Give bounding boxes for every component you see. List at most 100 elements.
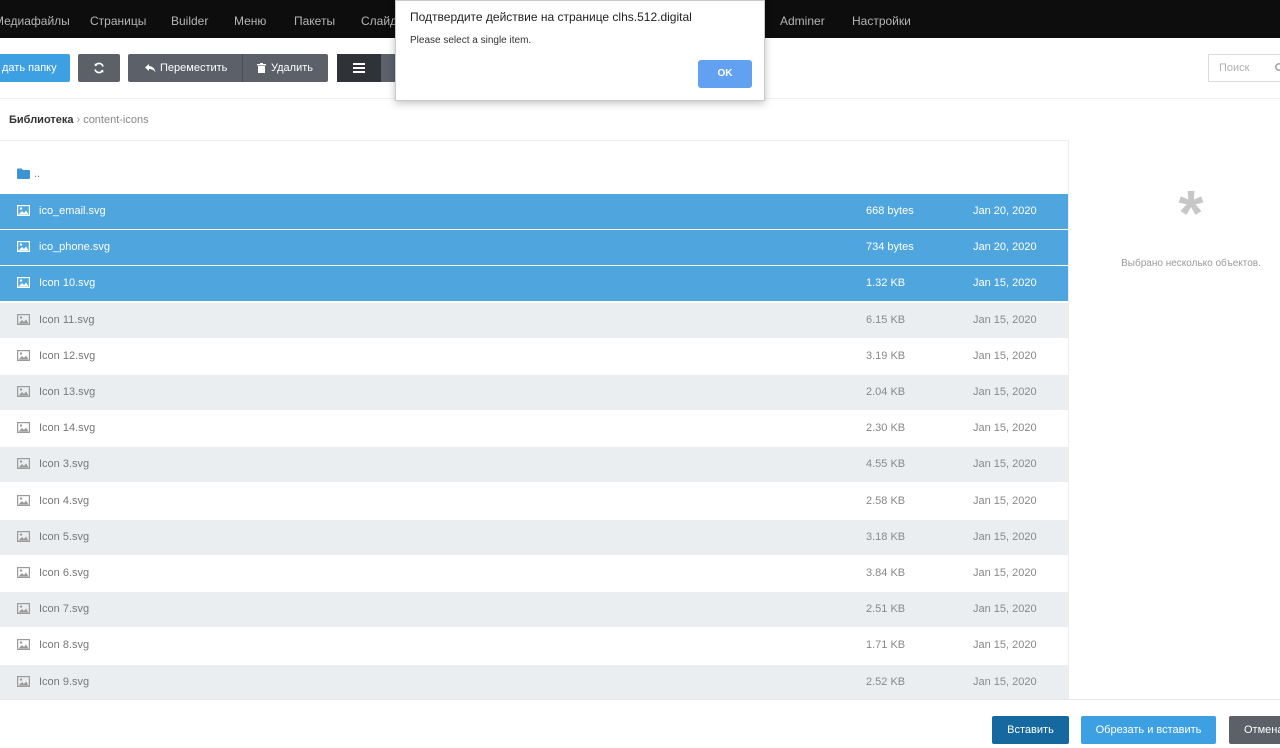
file-name: Icon 11.svg <box>39 314 95 326</box>
refresh-icon <box>94 62 104 74</box>
nav-item-media[interactable]: Медиафайлы <box>0 0 70 38</box>
delete-button[interactable]: Удалить <box>242 54 328 82</box>
refresh-button[interactable] <box>78 54 120 82</box>
details-panel: * Выбрано несколько объектов. <box>1069 140 1280 700</box>
file-date: Jan 15, 2020 <box>973 350 1037 362</box>
image-file-icon <box>17 422 30 433</box>
file-row[interactable]: Icon 4.svg 2.58 KB Jan 15, 2020 <box>0 484 1068 519</box>
create-folder-button[interactable]: дать папку <box>0 54 70 82</box>
file-name: Icon 6.svg <box>39 567 90 579</box>
asterisk-icon: * <box>1178 177 1204 249</box>
image-file-icon <box>17 241 30 252</box>
dialog-ok-button[interactable]: OK <box>698 60 752 88</box>
cancel-button[interactable]: Отмена <box>1229 716 1280 744</box>
dialog-message: Please select a single item. <box>410 35 532 46</box>
reply-icon <box>145 64 156 73</box>
trash-icon <box>257 63 266 74</box>
nav-item-pages[interactable]: Страницы <box>90 0 146 38</box>
file-row[interactable]: Icon 14.svg 2.30 KB Jan 15, 2020 <box>0 411 1068 446</box>
file-name: Icon 8.svg <box>39 639 90 651</box>
image-file-icon <box>17 603 30 614</box>
file-name: Icon 13.svg <box>39 386 96 398</box>
folder-icon <box>17 168 30 179</box>
file-size: 1.32 KB <box>866 277 906 289</box>
list-icon <box>353 63 365 73</box>
file-name: ico_phone.svg <box>39 241 110 253</box>
delete-label: Удалить <box>271 62 313 74</box>
footer-divider <box>0 699 1280 700</box>
dialog-title: Подтвердите действие на странице clhs.51… <box>410 10 692 24</box>
image-file-icon <box>17 314 30 325</box>
file-row[interactable]: Icon 8.svg 1.71 KB Jan 15, 2020 <box>0 628 1068 663</box>
file-size: 668 bytes <box>866 205 914 217</box>
file-date: Jan 15, 2020 <box>973 458 1037 470</box>
move-delete-group: Переместить Удалить <box>128 54 328 82</box>
file-row[interactable]: Icon 5.svg 3.18 KB Jan 15, 2020 <box>0 520 1068 555</box>
file-size: 2.52 KB <box>866 676 906 688</box>
file-name: Icon 14.svg <box>39 422 96 434</box>
image-file-icon <box>17 277 30 288</box>
file-name: Icon 4.svg <box>39 495 90 507</box>
file-row[interactable]: ico_phone.svg 734 bytes Jan 20, 2020 <box>0 230 1068 265</box>
nav-item-menu[interactable]: Меню <box>234 0 266 38</box>
breadcrumb-separator: › <box>76 114 81 126</box>
file-date: Jan 15, 2020 <box>973 495 1037 507</box>
breadcrumb-current: content-icons <box>83 114 149 126</box>
nav-item-settings[interactable]: Настройки <box>852 0 911 38</box>
file-row[interactable]: Icon 13.svg 2.04 KB Jan 15, 2020 <box>0 375 1068 410</box>
file-size: 6.15 KB <box>866 314 906 326</box>
file-date: Jan 15, 2020 <box>973 676 1037 688</box>
view-mode-group <box>337 54 397 82</box>
image-file-icon <box>17 205 30 216</box>
file-size: 1.71 KB <box>866 639 906 651</box>
move-button[interactable]: Переместить <box>128 54 242 82</box>
file-name: Icon 5.svg <box>39 531 90 543</box>
file-name: Icon 7.svg <box>39 603 90 615</box>
file-size: 3.19 KB <box>866 350 906 362</box>
file-row[interactable]: Icon 7.svg 2.51 KB Jan 15, 2020 <box>0 592 1068 627</box>
cut-and-insert-button[interactable]: Обрезать и вставить <box>1081 716 1216 744</box>
search-placeholder: Поиск <box>1219 62 1250 74</box>
search-icon <box>1275 63 1280 71</box>
nav-item-builder[interactable]: Builder <box>171 0 208 38</box>
insert-button[interactable]: Вставить <box>992 716 1069 744</box>
image-file-icon <box>17 567 30 578</box>
file-name: Icon 3.svg <box>39 458 90 470</box>
image-file-icon <box>17 676 30 687</box>
file-size: 3.84 KB <box>866 567 906 579</box>
file-size: 2.58 KB <box>866 495 906 507</box>
file-date: Jan 15, 2020 <box>973 422 1037 434</box>
file-date: Jan 20, 2020 <box>973 241 1037 253</box>
image-file-icon <box>17 639 30 650</box>
parent-folder-row[interactable]: .. <box>0 157 1068 192</box>
file-name: Icon 12.svg <box>39 350 96 362</box>
file-date: Jan 15, 2020 <box>973 531 1037 543</box>
parent-folder-label: .. <box>34 168 41 180</box>
file-name: Icon 9.svg <box>39 676 90 688</box>
image-file-icon <box>17 495 30 506</box>
file-size: 2.04 KB <box>866 386 906 398</box>
file-row[interactable]: Icon 6.svg 3.84 KB Jan 15, 2020 <box>0 556 1068 591</box>
file-size: 2.51 KB <box>866 603 906 615</box>
breadcrumb-library[interactable]: Библиотека <box>9 114 74 126</box>
file-row[interactable]: Icon 3.svg 4.55 KB Jan 15, 2020 <box>0 447 1068 482</box>
file-size: 3.18 KB <box>866 531 906 543</box>
confirm-dialog: Подтвердите действие на странице clhs.51… <box>395 0 765 101</box>
list-view-button[interactable] <box>337 54 381 82</box>
file-row[interactable]: Icon 10.svg 1.32 KB Jan 15, 2020 <box>0 266 1068 301</box>
file-size: 2.30 KB <box>866 422 906 434</box>
file-row[interactable]: Icon 11.svg 6.15 KB Jan 15, 2020 <box>0 303 1068 338</box>
file-date: Jan 20, 2020 <box>973 205 1037 217</box>
file-date: Jan 15, 2020 <box>973 567 1037 579</box>
nav-item-packages[interactable]: Пакеты <box>294 0 335 38</box>
nav-item-adminer[interactable]: Adminer <box>780 0 825 38</box>
file-row[interactable]: Icon 9.svg 2.52 KB Jan 15, 2020 <box>0 665 1068 700</box>
file-date: Jan 15, 2020 <box>973 639 1037 651</box>
image-file-icon <box>17 531 30 542</box>
file-date: Jan 15, 2020 <box>973 386 1037 398</box>
search-input[interactable]: Поиск <box>1208 54 1280 82</box>
file-row[interactable]: Icon 12.svg 3.19 KB Jan 15, 2020 <box>0 339 1068 374</box>
file-row[interactable]: ico_email.svg 668 bytes Jan 20, 2020 <box>0 194 1068 229</box>
file-name: Icon 10.svg <box>39 277 96 289</box>
file-name: ico_email.svg <box>39 205 106 217</box>
